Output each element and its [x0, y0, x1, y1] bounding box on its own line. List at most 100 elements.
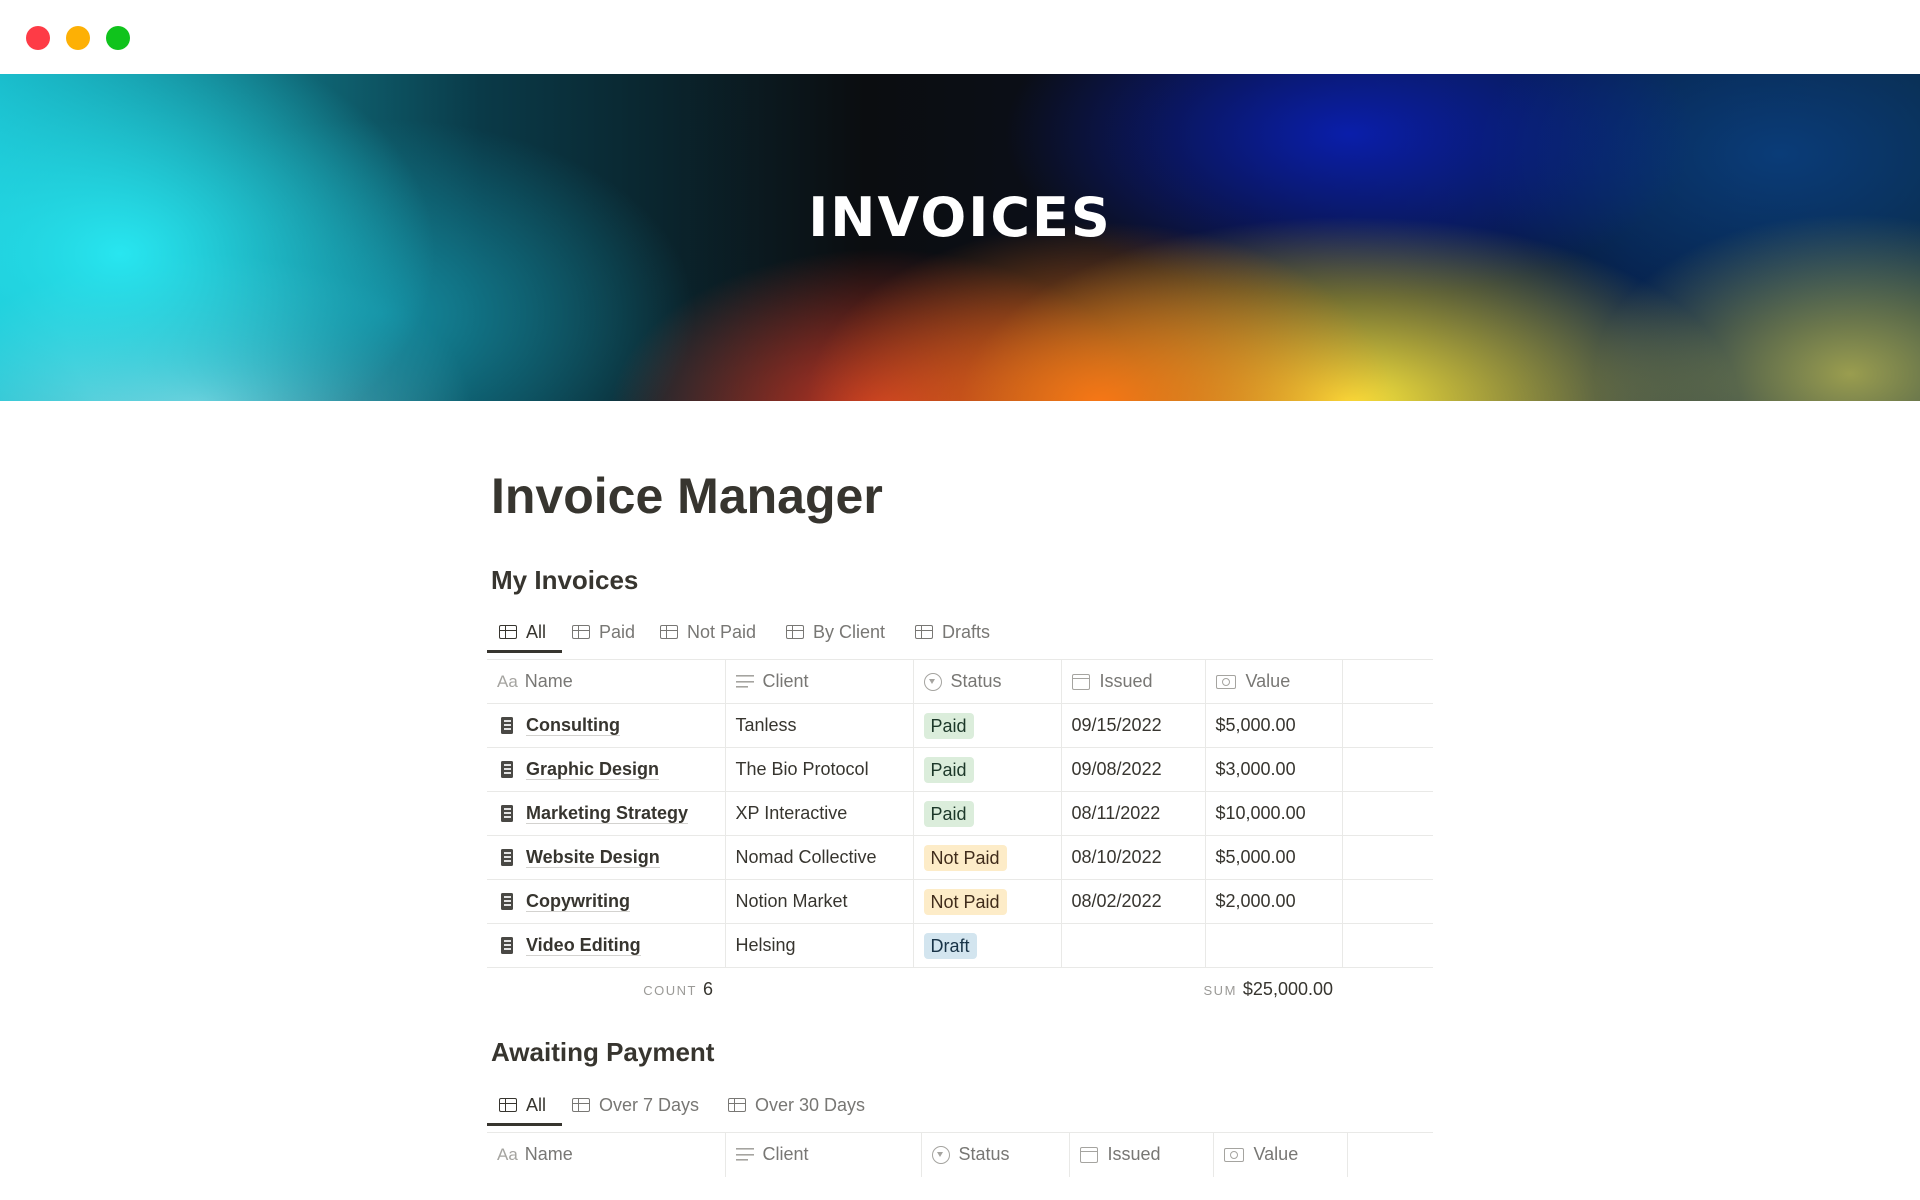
status-badge: Not Paid — [923, 888, 1007, 915]
tab-label: Drafts — [942, 621, 991, 642]
tab-label: Paid — [599, 621, 636, 642]
cell-status[interactable]: Paid — [913, 703, 1062, 748]
invoice-page-icon — [501, 717, 513, 734]
tab-label: By Client — [813, 621, 886, 642]
tab-all[interactable]: All — [499, 1084, 546, 1126]
tab-label: Over 7 Days — [599, 1094, 700, 1115]
my-invoices-title[interactable]: My Invoices — [491, 565, 638, 596]
table-row[interactable]: Marketing Strategy XP Interactive Paid 0… — [487, 791, 1433, 836]
cell-value[interactable]: $2,000.00 — [1205, 879, 1343, 924]
tab-drafts[interactable]: Drafts — [915, 611, 990, 653]
cell-status[interactable]: Paid — [913, 747, 1062, 792]
cell-name[interactable]: Graphic Design — [487, 747, 726, 792]
table-row[interactable]: Video Editing Helsing Draft — [487, 923, 1433, 968]
cell-status[interactable]: Not Paid — [913, 879, 1062, 924]
table-icon — [499, 1098, 517, 1112]
awaiting-payment-title[interactable]: Awaiting Payment — [491, 1037, 714, 1068]
row-title[interactable]: Copywriting — [526, 891, 630, 912]
column-header-name[interactable]: Aa Name — [487, 659, 726, 704]
cell-issued[interactable]: 09/08/2022 — [1061, 747, 1206, 792]
table-icon — [786, 625, 804, 639]
money-icon — [1223, 1147, 1244, 1162]
column-label: Issued — [1107, 1144, 1161, 1165]
minimize-window-button[interactable] — [66, 26, 90, 50]
awaiting-payment-table: Aa Name Client Status Issued Value — [487, 1132, 1433, 1177]
cell-client[interactable]: Helsing — [725, 923, 914, 968]
table-row[interactable]: Website Design Nomad Collective Not Paid… — [487, 835, 1433, 880]
cell-status[interactable]: Draft — [913, 923, 1062, 968]
column-header-client[interactable]: Client — [725, 1132, 922, 1177]
zoom-window-button[interactable] — [106, 26, 130, 50]
cell-status[interactable]: Not Paid — [913, 835, 1062, 880]
cell-value[interactable] — [1205, 923, 1343, 968]
my-invoices-view-tabs: All Paid Not Paid By Client Drafts — [487, 611, 1433, 653]
row-title[interactable]: Video Editing — [526, 935, 641, 956]
cell-issued[interactable]: 08/11/2022 — [1061, 791, 1206, 836]
tab-all[interactable]: All — [499, 611, 546, 653]
row-title[interactable]: Website Design — [526, 847, 660, 868]
table-row[interactable]: Consulting Tanless Paid 09/15/2022 $5,00… — [487, 703, 1433, 748]
tab-label: All — [526, 1094, 547, 1115]
column-label: Status — [950, 671, 1002, 691]
cell-client[interactable]: The Bio Protocol — [725, 747, 914, 792]
cell-client[interactable]: Tanless — [725, 703, 914, 748]
sum-calculation[interactable]: SUM $25,000.00 — [1204, 979, 1333, 1000]
cell-empty — [1342, 703, 1433, 748]
cell-name[interactable]: Copywriting — [487, 879, 726, 924]
cell-client[interactable]: Notion Market — [725, 879, 914, 924]
page-title[interactable]: Invoice Manager — [491, 467, 883, 525]
cell-issued[interactable]: 08/10/2022 — [1061, 835, 1206, 880]
column-header-value[interactable]: Value — [1205, 659, 1343, 704]
cell-value[interactable]: $3,000.00 — [1205, 747, 1343, 792]
cell-value[interactable]: $5,000.00 — [1205, 703, 1343, 748]
table-icon — [572, 625, 590, 639]
invoice-page-icon — [501, 893, 513, 910]
cell-name[interactable]: Website Design — [487, 835, 726, 880]
row-title[interactable]: Graphic Design — [526, 759, 660, 780]
cell-name[interactable]: Marketing Strategy — [487, 791, 726, 836]
close-window-button[interactable] — [26, 26, 50, 50]
cell-issued[interactable]: 09/15/2022 — [1061, 703, 1206, 748]
cell-client[interactable]: XP Interactive — [725, 791, 914, 836]
cell-value[interactable]: $5,000.00 — [1205, 835, 1343, 880]
cell-name[interactable]: Video Editing — [487, 923, 726, 968]
column-header-client[interactable]: Client — [725, 659, 914, 704]
cell-issued[interactable]: 08/02/2022 — [1061, 879, 1206, 924]
cell-issued[interactable] — [1061, 923, 1206, 968]
tab-over-7-days[interactable]: Over 7 Days — [572, 1084, 699, 1126]
table-icon — [572, 1098, 590, 1112]
column-header-issued[interactable]: Issued — [1061, 659, 1206, 704]
row-title[interactable]: Marketing Strategy — [526, 803, 689, 824]
cell-name[interactable]: Consulting — [487, 703, 726, 748]
status-icon — [931, 1145, 950, 1164]
tab-by-client[interactable]: By Client — [786, 611, 885, 653]
calendar-icon — [1071, 673, 1090, 690]
column-label: Name — [524, 671, 573, 691]
calc-value: 6 — [702, 979, 713, 999]
page-cover-image: INVOICES — [0, 74, 1920, 401]
tab-paid[interactable]: Paid — [572, 611, 635, 653]
cell-value[interactable]: $10,000.00 — [1205, 791, 1343, 836]
invoice-page-icon — [501, 805, 513, 822]
table-row[interactable]: Copywriting Notion Market Not Paid 08/02… — [487, 879, 1433, 924]
column-label: Client — [762, 1144, 809, 1165]
tab-not-paid[interactable]: Not Paid — [660, 611, 756, 653]
calc-value: $25,000.00 — [1242, 979, 1333, 999]
column-header-name[interactable]: Aa Name — [487, 1132, 726, 1177]
column-header-add[interactable] — [1347, 1132, 1433, 1177]
column-header-value[interactable]: Value — [1213, 1132, 1348, 1177]
table-row[interactable]: Graphic Design The Bio Protocol Paid 09/… — [487, 747, 1433, 792]
count-calculation[interactable]: COUNT 6 — [643, 979, 713, 1000]
tab-over-30-days[interactable]: Over 30 Days — [728, 1084, 865, 1126]
cell-client[interactable]: Nomad Collective — [725, 835, 914, 880]
cell-status[interactable]: Paid — [913, 791, 1062, 836]
active-tab-underline — [487, 1123, 562, 1126]
row-title[interactable]: Consulting — [526, 715, 620, 736]
column-header-status[interactable]: Status — [913, 659, 1062, 704]
lines-icon — [735, 675, 754, 688]
column-header-issued[interactable]: Issued — [1069, 1132, 1214, 1177]
column-header-status[interactable]: Status — [921, 1132, 1070, 1177]
table-icon — [660, 625, 678, 639]
money-icon — [1215, 674, 1236, 689]
column-header-add[interactable] — [1342, 659, 1433, 704]
